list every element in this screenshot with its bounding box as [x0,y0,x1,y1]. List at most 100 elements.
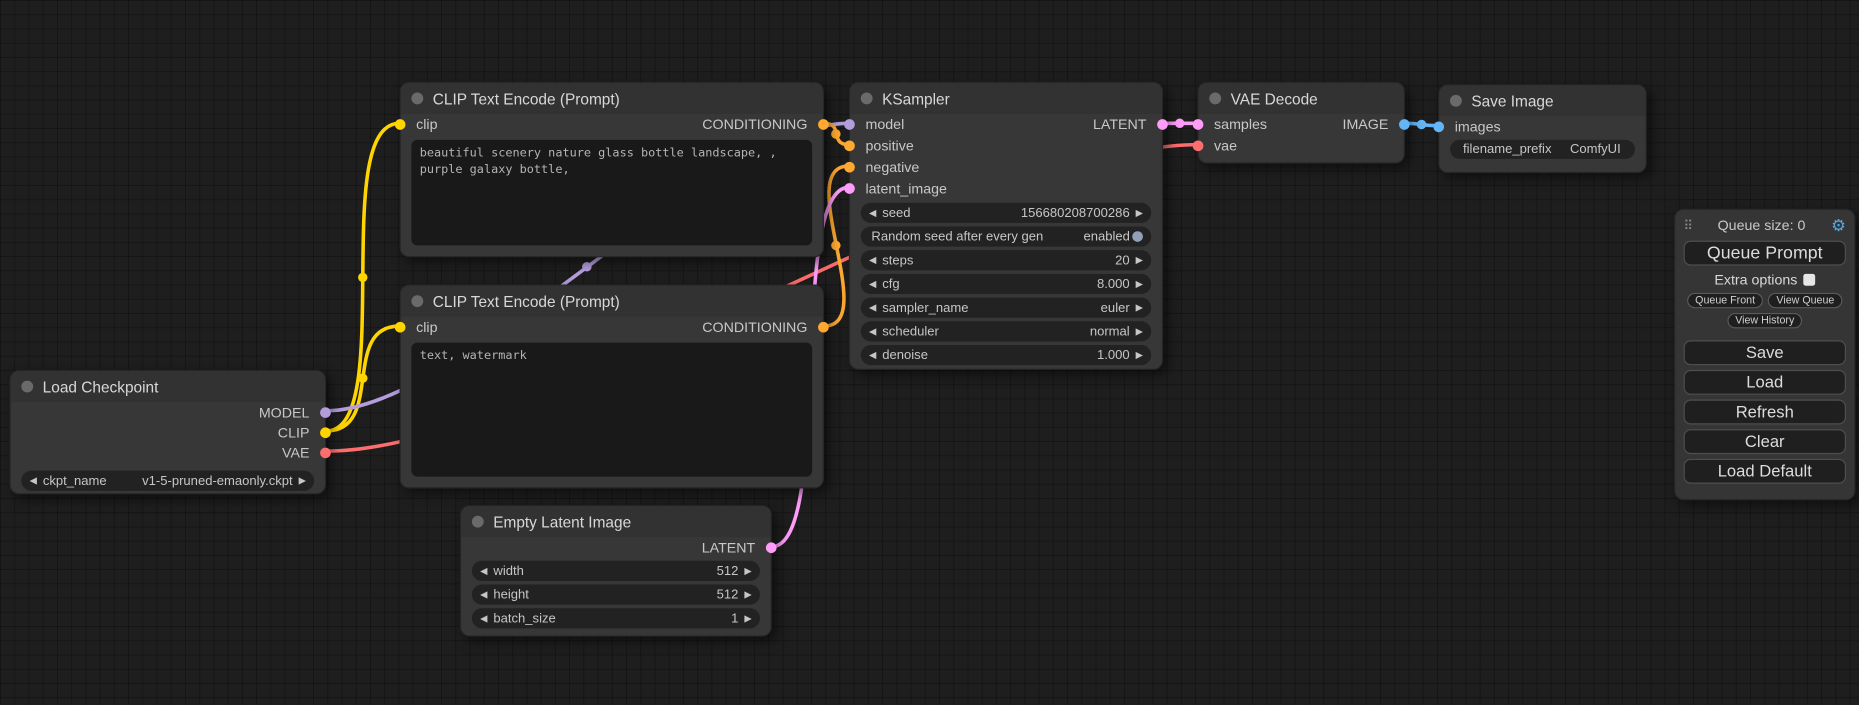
input-slot-clip[interactable] [395,119,406,130]
decrement-arrow-icon[interactable]: ◀ [480,614,487,623]
increment-arrow-icon[interactable]: ▶ [1136,208,1143,217]
widget-batch-size[interactable]: ◀ batch_size 1 ▶ [472,608,760,628]
node-empty-latent-image[interactable]: Empty Latent Image LATENT ◀ width 512 ▶ … [460,505,772,637]
collapse-dot-icon[interactable] [861,92,873,104]
input-slot-clip[interactable] [395,321,406,332]
node-title-bar[interactable]: Empty Latent Image [461,506,770,537]
node-ksampler[interactable]: KSampler model LATENT positive negative … [849,82,1163,370]
widget-random-seed-toggle[interactable]: Random seed after every gen enabled [861,226,1151,246]
output-slot-clip[interactable] [320,427,331,438]
collapse-dot-icon[interactable] [472,516,484,528]
decrement-arrow-icon[interactable]: ◀ [30,476,37,485]
input-slot-model[interactable] [844,119,855,130]
node-title-bar[interactable]: Save Image [1439,85,1645,116]
decrement-arrow-icon[interactable]: ◀ [480,590,487,599]
prompt-textarea[interactable]: beautiful scenery nature glass bottle la… [411,140,812,246]
node-title-bar[interactable]: KSampler [850,83,1162,114]
input-slot-negative[interactable] [844,162,855,173]
widget-steps[interactable]: ◀ steps 20 ▶ [861,250,1151,270]
output-slot-latent[interactable] [766,542,777,553]
node-clip-text-encode-positive[interactable]: CLIP Text Encode (Prompt) clip CONDITION… [400,82,824,257]
node-save-image[interactable]: Save Image images filename_prefix ComfyU… [1438,84,1647,173]
widget-sampler-name[interactable]: ◀ sampler_name euler ▶ [861,298,1151,318]
node-title-bar[interactable]: CLIP Text Encode (Prompt) [401,83,823,114]
slot-row: VAE [11,442,325,462]
node-title-bar[interactable]: VAE Decode [1199,83,1404,114]
output-slot-image[interactable] [1399,119,1410,130]
widget-value: 20 [1115,253,1130,267]
widget-ckpt-name[interactable]: ◀ ckpt_name v1-5-pruned-emaonly.ckpt ▶ [21,471,314,491]
widget-scheduler[interactable]: ◀ scheduler normal ▶ [861,321,1151,341]
prompt-textarea[interactable]: text, watermark [411,343,812,477]
wire-clip-to-negative-prompt [326,326,400,431]
decrement-arrow-icon[interactable]: ◀ [869,327,876,336]
widget-width[interactable]: ◀ width 512 ▶ [472,561,760,581]
input-slot-latent-image[interactable] [844,183,855,194]
node-title-bar[interactable]: CLIP Text Encode (Prompt) [401,286,823,317]
load-button[interactable]: Load [1684,370,1846,395]
node-load-checkpoint[interactable]: Load Checkpoint MODEL CLIP VAE ◀ ckpt_na… [9,370,326,494]
widget-seed[interactable]: ◀ seed 156680208700286 ▶ [861,203,1151,223]
decrement-arrow-icon[interactable]: ◀ [869,255,876,264]
decrement-arrow-icon[interactable]: ◀ [480,566,487,575]
node-clip-text-encode-negative[interactable]: CLIP Text Encode (Prompt) clip CONDITION… [400,285,824,489]
collapse-dot-icon[interactable] [411,92,423,104]
link-midpoint-dot [831,241,840,250]
increment-arrow-icon[interactable]: ▶ [744,566,751,575]
toggle-dot-icon[interactable] [1132,231,1143,242]
input-slot-positive[interactable] [844,140,855,151]
clear-button[interactable]: Clear [1684,429,1846,454]
output-slot-vae[interactable] [320,447,331,458]
output-slot-latent[interactable] [1157,119,1168,130]
collapse-dot-icon[interactable] [411,295,423,307]
extra-options-checkbox[interactable] [1803,274,1815,286]
node-title: Save Image [1471,92,1553,110]
widget-value: v1-5-pruned-emaonly.ckpt [142,474,293,488]
decrement-arrow-icon[interactable]: ◀ [869,208,876,217]
graph-canvas[interactable]: Load Checkpoint MODEL CLIP VAE ◀ ckpt_na… [0,0,1859,705]
queue-menu-panel[interactable]: ⠿ Queue size: 0 ⚙ Queue Prompt Extra opt… [1674,209,1855,501]
collapse-dot-icon[interactable] [21,381,33,393]
queue-panel-header: ⠿ Queue size: 0 ⚙ [1684,213,1846,237]
input-slot-images[interactable] [1433,121,1444,132]
node-title-bar[interactable]: Load Checkpoint [11,371,325,402]
widget-value: 512 [717,564,739,578]
decrement-arrow-icon[interactable]: ◀ [869,279,876,288]
widget-height[interactable]: ◀ height 512 ▶ [472,585,760,605]
drag-handle-icon[interactable]: ⠿ [1684,218,1692,233]
refresh-button[interactable]: Refresh [1684,400,1846,425]
slot-row: model LATENT [850,114,1162,135]
collapse-dot-icon[interactable] [1450,95,1462,107]
output-slot-conditioning[interactable] [818,321,829,332]
settings-gear-icon[interactable]: ⚙ [1831,217,1846,234]
collapse-dot-icon[interactable] [1209,92,1221,104]
queue-front-button[interactable]: Queue Front [1687,293,1764,308]
input-slot-vae[interactable] [1193,140,1204,151]
input-slot-samples[interactable] [1193,119,1204,130]
widget-value: normal [1090,324,1130,338]
view-history-button[interactable]: View History [1727,313,1803,328]
node-title: CLIP Text Encode (Prompt) [433,292,620,310]
increment-arrow-icon[interactable]: ▶ [1136,255,1143,264]
output-slot-conditioning[interactable] [818,119,829,130]
node-vae-decode[interactable]: VAE Decode samples IMAGE vae [1197,82,1404,164]
increment-arrow-icon[interactable]: ▶ [744,614,751,623]
queue-prompt-button[interactable]: Queue Prompt [1684,241,1846,266]
increment-arrow-icon[interactable]: ▶ [1136,350,1143,359]
increment-arrow-icon[interactable]: ▶ [744,590,751,599]
output-slot-model[interactable] [320,407,331,418]
increment-arrow-icon[interactable]: ▶ [1136,279,1143,288]
decrement-arrow-icon[interactable]: ◀ [869,350,876,359]
increment-arrow-icon[interactable]: ▶ [1136,303,1143,312]
increment-arrow-icon[interactable]: ▶ [1136,327,1143,336]
decrement-arrow-icon[interactable]: ◀ [869,303,876,312]
save-button[interactable]: Save [1684,340,1846,365]
widget-label: scheduler [882,324,939,338]
widget-filename-prefix[interactable]: filename_prefix ComfyUI [1450,140,1635,159]
widget-denoise[interactable]: ◀ denoise 1.000 ▶ [861,345,1151,365]
load-default-button[interactable]: Load Default [1684,459,1846,484]
increment-arrow-icon[interactable]: ▶ [299,476,306,485]
widget-cfg[interactable]: ◀ cfg 8.000 ▶ [861,274,1151,294]
output-label-image: IMAGE [1342,116,1388,133]
view-queue-button[interactable]: View Queue [1768,293,1843,308]
